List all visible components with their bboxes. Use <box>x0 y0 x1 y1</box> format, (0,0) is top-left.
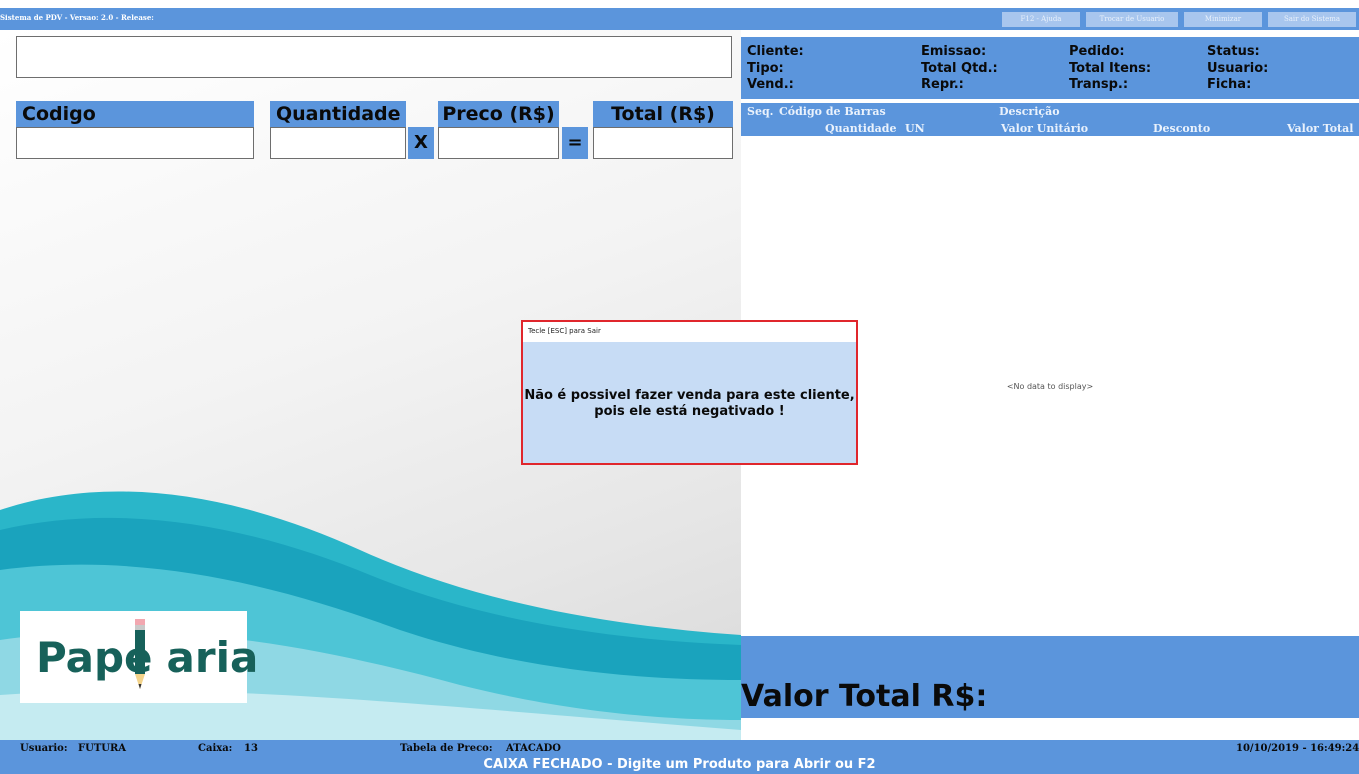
carrier-label: Transp.: <box>1069 77 1129 92</box>
representative-label: Repr.: <box>921 77 964 92</box>
total-input[interactable] <box>593 127 733 159</box>
status-user-value: FUTURA <box>78 743 127 754</box>
price-label: Preco (R$) <box>438 101 559 127</box>
equals-sign: = <box>562 127 588 159</box>
pencil-icon <box>135 619 145 689</box>
minimize-button[interactable]: Minimizar <box>1184 12 1262 27</box>
status-message: CAIXA FECHADO - Digite um Produto para A… <box>483 757 876 772</box>
total-qty-label: Total Qtd.: <box>921 61 998 76</box>
status-price-table-label: Tabela de Preco: <box>400 743 493 754</box>
col-barcode[interactable]: Código de Barras <box>779 105 886 118</box>
status-datetime: 10/10/2019 - 16:49:24 <box>1236 743 1359 754</box>
issue-date-label: Emissao: <box>921 44 987 59</box>
status-price-table-value: ATACADO <box>506 743 561 754</box>
type-label: Tipo: <box>747 61 784 76</box>
status-user-label: Usuario: <box>20 743 68 754</box>
client-label: Cliente: <box>747 44 804 59</box>
status-caixa-value: 13 <box>244 743 258 754</box>
dialog-message-line2: pois ele está negativado ! <box>594 404 785 419</box>
status-bar: Usuario: FUTURA Caixa: 13 Tabela de Prec… <box>0 740 1359 774</box>
total-items-label: Total Itens: <box>1069 61 1152 76</box>
switch-user-button[interactable]: Trocar de Usuario <box>1086 12 1178 27</box>
total-label: Total (R$) <box>593 101 733 127</box>
exit-system-button[interactable]: Sair do Sistema <box>1268 12 1356 27</box>
status-caixa-label: Caixa: <box>198 743 233 754</box>
seller-label: Vend.: <box>747 77 794 92</box>
dialog-message-line1: Não é possivel fazer venda para este cli… <box>524 388 855 403</box>
help-button[interactable]: F12 - Ajuda <box>1002 12 1080 27</box>
logo-text: Pape aria <box>36 633 259 682</box>
col-seq[interactable]: Seq. <box>747 105 773 118</box>
quantity-input[interactable] <box>270 127 406 159</box>
col-description[interactable]: Descrição <box>999 105 1060 118</box>
window-title: Sistema de PDV - Versao: 2.0 - Release: <box>0 13 154 22</box>
items-grid-header: Seq. Código de Barras Descrição Quantida… <box>741 103 1359 136</box>
col-unit[interactable]: UN <box>905 122 925 135</box>
dialog-message: Não é possivel fazer venda para este cli… <box>523 388 856 420</box>
col-unit-value[interactable]: Valor Unitário <box>1001 122 1088 135</box>
multiply-sign: X <box>408 127 434 159</box>
code-input[interactable] <box>16 127 254 159</box>
dialog-title: Tecle [ESC] para Sair <box>523 322 856 342</box>
order-label: Pedido: <box>1069 44 1125 59</box>
price-input[interactable] <box>438 127 559 159</box>
total-value-label: Valor Total R$: <box>741 679 988 714</box>
col-discount[interactable]: Desconto <box>1153 122 1210 135</box>
status-label: Status: <box>1207 44 1260 59</box>
col-total-value[interactable]: Valor Total <box>1287 122 1353 135</box>
title-bar: Sistema de PDV - Versao: 2.0 - Release: … <box>0 8 1359 30</box>
card-label: Ficha: <box>1207 77 1252 92</box>
col-quantity[interactable]: Quantidade <box>825 122 896 135</box>
product-search-input[interactable] <box>16 36 732 78</box>
logo: Pape aria <box>20 611 258 703</box>
user-label: Usuario: <box>1207 61 1269 76</box>
code-label: Codigo <box>16 101 254 127</box>
sale-info-panel: Cliente: Tipo: Vend.: Emissao: Total Qtd… <box>741 37 1359 99</box>
quantity-label: Quantidade <box>270 101 406 127</box>
alert-dialog[interactable]: Tecle [ESC] para Sair Não é possivel faz… <box>521 320 858 465</box>
total-panel: Valor Total R$: <box>741 636 1359 718</box>
